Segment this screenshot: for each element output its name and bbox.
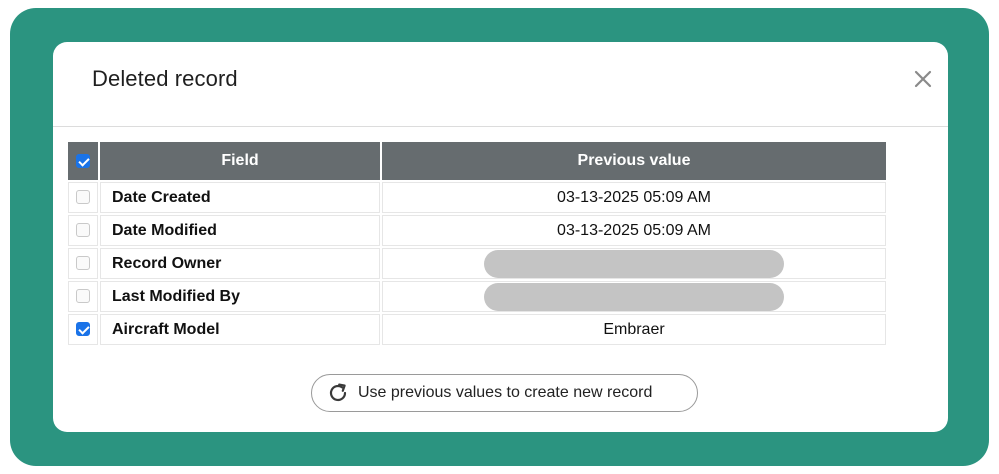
- row-checkbox-cell: [68, 248, 98, 279]
- dialog-title: Deleted record: [92, 66, 238, 91]
- field-name-cell: Date Created: [100, 182, 380, 213]
- record-fields-table: Field Previous value Date Created 03-13-2…: [66, 140, 888, 347]
- row-select-checkbox[interactable]: [76, 256, 90, 271]
- previous-value-cell: Embraer: [382, 314, 886, 345]
- previous-value-cell: 03-13-2025 05:09 AM: [382, 215, 886, 246]
- row-select-checkbox[interactable]: [76, 190, 90, 205]
- field-name-cell: Record Owner: [100, 248, 380, 279]
- row-select-checkbox[interactable]: [76, 322, 90, 337]
- row-checkbox-cell: [68, 182, 98, 213]
- redaction-bar: [484, 249, 784, 278]
- row-checkbox-cell: [68, 314, 98, 345]
- field-name-cell: Last Modified By: [100, 281, 380, 312]
- redacted-value-cell: [382, 248, 886, 279]
- row-checkbox-cell: [68, 215, 98, 246]
- close-icon: [914, 70, 932, 88]
- field-name-cell: Aircraft Model: [100, 314, 380, 345]
- close-button[interactable]: [908, 64, 938, 94]
- column-header-field: Field: [100, 142, 380, 180]
- redacted-value-cell: [382, 281, 886, 312]
- deleted-record-dialog: Deleted record Field Previous value Date…: [53, 42, 948, 432]
- table-row: Aircraft Model Embraer: [68, 314, 886, 345]
- column-header-previous-value: Previous value: [382, 142, 886, 180]
- refresh-icon: [327, 382, 349, 404]
- table-header-row: Field Previous value: [68, 142, 886, 180]
- table-row: Date Modified 03-13-2025 05:09 AM: [68, 215, 886, 246]
- table-row: Record Owner: [68, 248, 886, 279]
- header-select-all-cell: [68, 142, 98, 180]
- row-select-checkbox[interactable]: [76, 289, 90, 304]
- create-from-previous-values-label: Use previous values to create new record: [358, 384, 653, 401]
- row-select-checkbox[interactable]: [76, 223, 90, 238]
- previous-value-cell: 03-13-2025 05:09 AM: [382, 182, 886, 213]
- table-row: Last Modified By: [68, 281, 886, 312]
- select-all-checkbox[interactable]: [76, 153, 90, 168]
- redaction-bar: [484, 282, 784, 311]
- field-name-cell: Date Modified: [100, 215, 380, 246]
- dialog-header: Deleted record: [53, 42, 948, 127]
- create-from-previous-values-button[interactable]: Use previous values to create new record: [311, 374, 698, 412]
- table-row: Date Created 03-13-2025 05:09 AM: [68, 182, 886, 213]
- row-checkbox-cell: [68, 281, 98, 312]
